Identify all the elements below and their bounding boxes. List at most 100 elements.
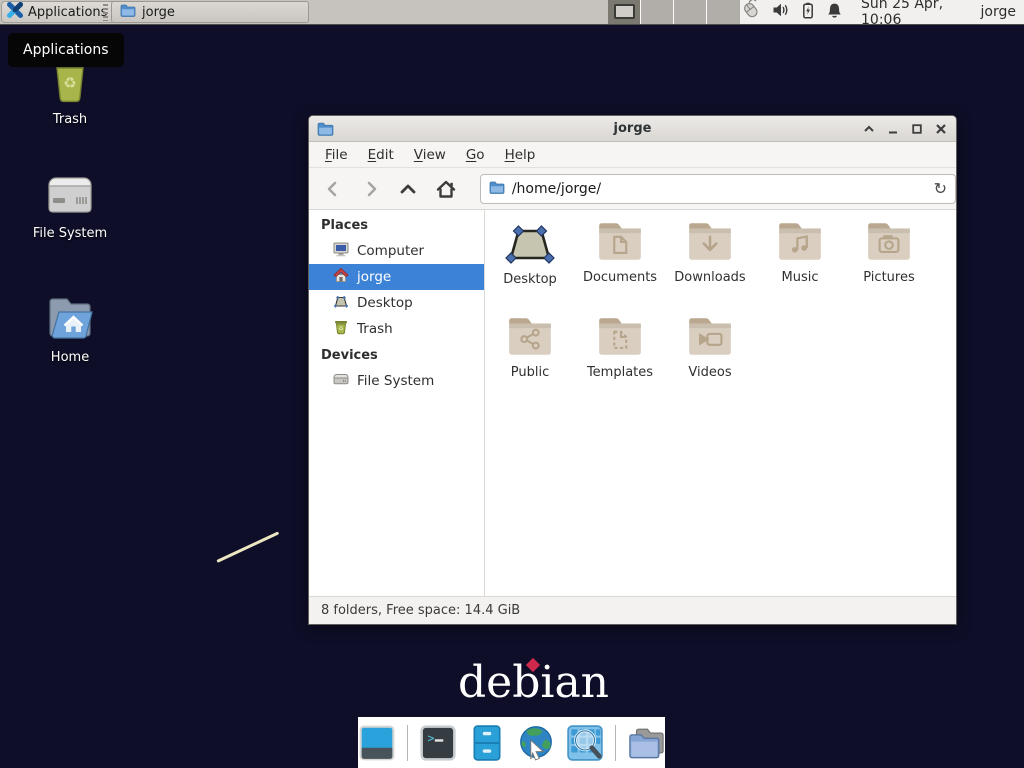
debian-wordmark: debian xyxy=(458,657,609,708)
svg-text:♻: ♻ xyxy=(63,74,76,92)
volume-icon[interactable] xyxy=(772,2,790,22)
web-browser-icon[interactable] xyxy=(517,724,555,762)
svg-text:>: > xyxy=(427,730,434,744)
folder-label: Desktop xyxy=(485,272,575,287)
sidebar-item-computer[interactable]: Computer xyxy=(309,238,484,264)
folder-item-pictures[interactable]: Pictures xyxy=(844,218,934,302)
minimize-button[interactable] xyxy=(885,122,900,137)
home-icon xyxy=(333,267,349,287)
places-header: Places xyxy=(309,212,484,238)
drive-icon xyxy=(333,371,349,391)
application-finder-icon[interactable] xyxy=(566,724,604,762)
svg-text:♻: ♻ xyxy=(338,326,343,333)
applications-menu-label: Applications xyxy=(28,5,107,20)
home-folder-icon xyxy=(46,296,94,346)
folder-label: Public xyxy=(485,365,575,380)
panel-user-menu[interactable]: jorge xyxy=(981,4,1016,20)
file-cabinet-icon[interactable] xyxy=(468,724,506,762)
path-bar[interactable]: /home/jorge/ ↻ xyxy=(480,174,956,204)
workspace-1[interactable] xyxy=(608,0,641,24)
desktop-icon-home[interactable]: Home xyxy=(0,296,140,365)
bottom-dock: > xyxy=(358,717,665,768)
sidebar-item-jorge[interactable]: jorge xyxy=(309,264,484,290)
dock-separator xyxy=(407,725,408,761)
sidebar-item-label: Computer xyxy=(357,243,424,259)
workspace-window-preview xyxy=(614,4,635,19)
window-folder-icon xyxy=(317,121,334,140)
panel-tray-area: Sun 25 Apr, 10:06 jorge xyxy=(740,0,1024,24)
path-folder-icon xyxy=(489,179,505,198)
desktop-icon-label: Home xyxy=(0,350,140,365)
folder-item-downloads[interactable]: Downloads xyxy=(665,218,755,302)
folder-icon xyxy=(120,4,136,21)
directory-menu-icon[interactable] xyxy=(627,724,665,762)
places-sidebar: Places Computer xyxy=(309,210,485,596)
public-folder-icon xyxy=(505,315,555,363)
forward-icon[interactable] xyxy=(359,177,383,201)
menu-view[interactable]: View xyxy=(404,143,456,167)
downloads-folder-icon xyxy=(685,220,735,268)
folder-item-videos[interactable]: Videos xyxy=(665,313,755,397)
top-panel: Applications jorge xyxy=(0,0,1024,25)
sidebar-item-label: File System xyxy=(357,373,434,389)
back-icon[interactable] xyxy=(321,177,345,201)
window-title: jorge xyxy=(309,121,956,136)
desktop-special-icon xyxy=(503,220,557,270)
taskbar-window-button[interactable]: jorge xyxy=(111,1,309,23)
folder-label: Documents xyxy=(575,270,665,285)
folder-label: Downloads xyxy=(665,270,755,285)
window-titlebar[interactable]: jorge xyxy=(309,116,956,142)
folder-item-public[interactable]: Public xyxy=(485,313,575,397)
battery-charging-icon[interactable] xyxy=(800,2,816,23)
desktop-icon xyxy=(333,293,349,313)
xfce-x-icon xyxy=(6,1,24,23)
applications-menu-button[interactable]: Applications xyxy=(1,1,116,23)
home-icon[interactable] xyxy=(434,177,458,201)
workspace-4[interactable] xyxy=(707,0,740,24)
panel-clock[interactable]: Sun 25 Apr, 10:06 xyxy=(861,0,965,28)
documents-folder-icon xyxy=(595,220,645,268)
sidebar-item-trash[interactable]: ♻ Trash xyxy=(309,316,484,342)
taskbar-drag-handle[interactable] xyxy=(103,4,108,21)
menu-go[interactable]: Go xyxy=(456,143,495,167)
mouse-icon[interactable] xyxy=(740,0,762,24)
up-icon[interactable] xyxy=(396,177,420,201)
toolbar: /home/jorge/ ↻ xyxy=(309,168,956,210)
show-desktop-icon[interactable] xyxy=(358,724,396,762)
workspace-pager[interactable] xyxy=(608,0,740,24)
sidebar-item-label: Trash xyxy=(357,321,393,337)
menu-help[interactable]: Help xyxy=(495,143,546,167)
workspace-3[interactable] xyxy=(674,0,707,24)
workspace-2[interactable] xyxy=(641,0,674,24)
folder-view[interactable]: Desktop Documents xyxy=(485,210,956,596)
sidebar-item-file-system[interactable]: File System xyxy=(309,368,484,394)
menu-file[interactable]: File xyxy=(315,143,358,167)
maximize-button[interactable] xyxy=(909,122,924,137)
desktop-icon-label: File System xyxy=(0,226,140,241)
notifications-bell-icon[interactable] xyxy=(826,2,843,23)
templates-folder-icon xyxy=(595,315,645,363)
folder-item-documents[interactable]: Documents xyxy=(575,218,665,302)
status-bar: 8 folders, Free space: 14.4 GiB xyxy=(309,596,956,624)
close-button[interactable] xyxy=(933,122,948,137)
file-manager-window: jorge File Edit View Go Help xyxy=(308,115,957,625)
folder-item-desktop[interactable]: Desktop xyxy=(485,218,575,302)
terminal-icon[interactable]: > xyxy=(419,724,457,762)
folder-item-music[interactable]: Music xyxy=(755,218,845,302)
folder-label: Templates xyxy=(575,365,665,380)
reload-icon[interactable]: ↻ xyxy=(934,181,947,197)
music-folder-icon xyxy=(775,220,825,268)
taskbar-window-label: jorge xyxy=(142,5,175,20)
menu-bar: File Edit View Go Help xyxy=(309,142,956,168)
dock-separator xyxy=(615,725,616,761)
desktop-icon-filesystem[interactable]: File System xyxy=(0,174,140,241)
folder-item-templates[interactable]: Templates xyxy=(575,313,665,397)
shade-button[interactable] xyxy=(861,122,876,137)
menu-edit[interactable]: Edit xyxy=(358,143,404,167)
videos-folder-icon xyxy=(685,315,735,363)
folder-label: Music xyxy=(755,270,845,285)
desktop-icon-label: Trash xyxy=(0,112,140,127)
path-input[interactable]: /home/jorge/ xyxy=(512,181,927,197)
sidebar-item-desktop[interactable]: Desktop xyxy=(309,290,484,316)
devices-header: Devices xyxy=(309,342,484,368)
